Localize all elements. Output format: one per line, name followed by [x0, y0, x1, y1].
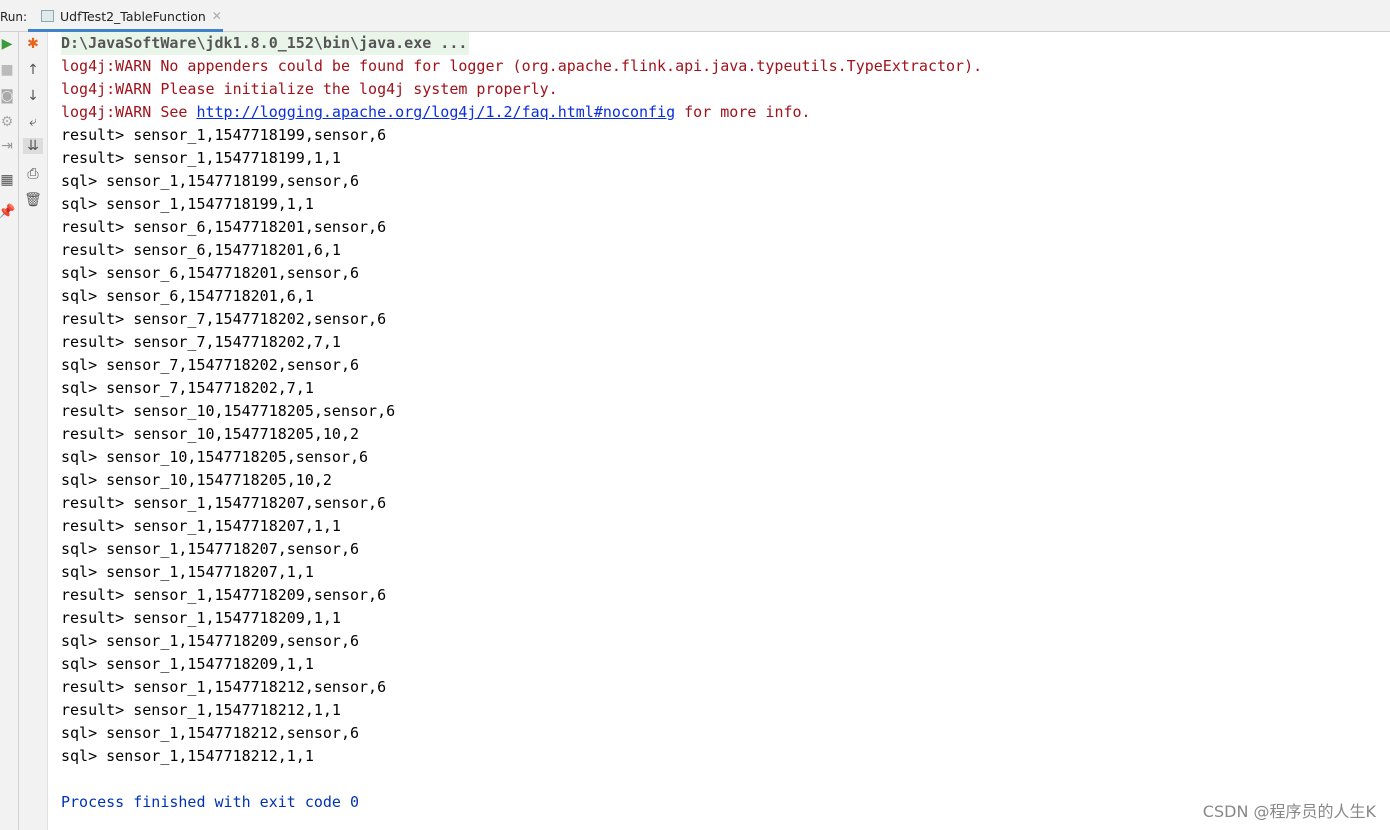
trash-icon[interactable]: 🗑: [23, 192, 43, 208]
layout-icon[interactable]: ▦: [0, 172, 17, 188]
up-arrow-icon[interactable]: ↑: [23, 62, 43, 78]
camera-icon[interactable]: ◙: [0, 88, 17, 104]
console-icon: [41, 10, 54, 22]
soft-wrap-icon[interactable]: ⤶: [23, 114, 43, 130]
warn-line: log4j:WARN See http://logging.apache.org…: [61, 101, 982, 124]
console-toolbar: ✱ ↑ ↓ ⤶ ⇊ ⎙ 🗑: [19, 32, 48, 830]
output-line: sql> sensor_1,1547718207,1,1: [61, 563, 314, 581]
close-icon[interactable]: ✕: [212, 9, 222, 23]
output-line: result> sensor_1,1547718199,sensor,6: [61, 126, 387, 144]
down-arrow-icon[interactable]: ↓: [23, 88, 43, 104]
output-line: result> sensor_10,1547718205,sensor,6: [61, 402, 396, 420]
output-line: result> sensor_1,1547718207,1,1: [61, 517, 341, 535]
output-line: result> sensor_10,1547718205,10,2: [61, 425, 360, 443]
output-line: sql> sensor_1,1547718209,1,1: [61, 655, 314, 673]
rerun-icon[interactable]: ▶: [0, 36, 17, 52]
warn-text: for more info.: [675, 103, 811, 121]
output-line: result> sensor_1,1547718212,sensor,6: [61, 678, 387, 696]
tab-run-config[interactable]: UdfTest2_TableFunction ✕: [28, 3, 223, 32]
output-line: sql> sensor_6,1547718201,6,1: [61, 287, 314, 305]
output-line: sql> sensor_1,1547718209,sensor,6: [61, 632, 360, 650]
warn-line: log4j:WARN Please initialize the log4j s…: [61, 80, 558, 98]
output-line: sql> sensor_1,1547718199,1,1: [61, 195, 314, 213]
warn-line: log4j:WARN No appenders could be found f…: [61, 57, 983, 75]
output-line: result> sensor_6,1547718201,6,1: [61, 241, 341, 259]
output-line: sql> sensor_6,1547718201,sensor,6: [61, 264, 360, 282]
tab-title: UdfTest2_TableFunction: [60, 8, 206, 24]
output-line: result> sensor_1,1547718199,1,1: [61, 149, 341, 167]
output-line: sql> sensor_1,1547718207,sensor,6: [61, 540, 360, 558]
debug-icon[interactable]: ✱: [23, 36, 43, 52]
pin-icon[interactable]: 📌: [0, 204, 17, 220]
scroll-to-end-icon[interactable]: ⇊: [23, 138, 43, 154]
output-line: result> sensor_1,1547718212,1,1: [61, 701, 341, 719]
stop-icon[interactable]: ■: [0, 62, 17, 78]
output-line: sql> sensor_1,1547718212,1,1: [61, 747, 314, 765]
settings-icon[interactable]: ⚙: [0, 114, 17, 130]
command-line[interactable]: D:\JavaSoftWare\jdk1.8.0_152\bin\java.ex…: [61, 32, 470, 55]
run-label: Run:: [0, 10, 28, 24]
output-line: sql> sensor_7,1547718202,sensor,6: [61, 356, 360, 374]
output-line: result> sensor_1,1547718207,sensor,6: [61, 494, 387, 512]
run-toolbar: ▶ ■ ◙ ⚙ ⇥ ▦ 📌: [0, 32, 19, 830]
restore-layout-icon[interactable]: ⇥: [0, 138, 17, 154]
output-line: result> sensor_1,1547718209,sensor,6: [61, 586, 387, 604]
faq-link[interactable]: http://logging.apache.org/log4j/1.2/faq.…: [196, 103, 675, 121]
print-icon[interactable]: ⎙: [23, 166, 43, 182]
output-line: result> sensor_6,1547718201,sensor,6: [61, 218, 387, 236]
output-line: sql> sensor_10,1547718205,10,2: [61, 471, 332, 489]
process-finished-line: Process finished with exit code 0: [61, 793, 360, 811]
output-line: sql> sensor_10,1547718205,sensor,6: [61, 448, 369, 466]
output-line: sql> sensor_1,1547718199,sensor,6: [61, 172, 360, 190]
console-output[interactable]: D:\JavaSoftWare\jdk1.8.0_152\bin\java.ex…: [61, 32, 982, 814]
run-tab-bar: Run: UdfTest2_TableFunction ✕: [0, 3, 1390, 32]
output-line: sql> sensor_1,1547718212,sensor,6: [61, 724, 360, 742]
output-line: result> sensor_7,1547718202,7,1: [61, 333, 341, 351]
output-line: sql> sensor_7,1547718202,7,1: [61, 379, 314, 397]
watermark: CSDN @程序员的人生K: [1202, 802, 1376, 821]
output-line: result> sensor_1,1547718209,1,1: [61, 609, 341, 627]
warn-text: log4j:WARN See: [61, 103, 197, 121]
output-line: result> sensor_7,1547718202,sensor,6: [61, 310, 387, 328]
